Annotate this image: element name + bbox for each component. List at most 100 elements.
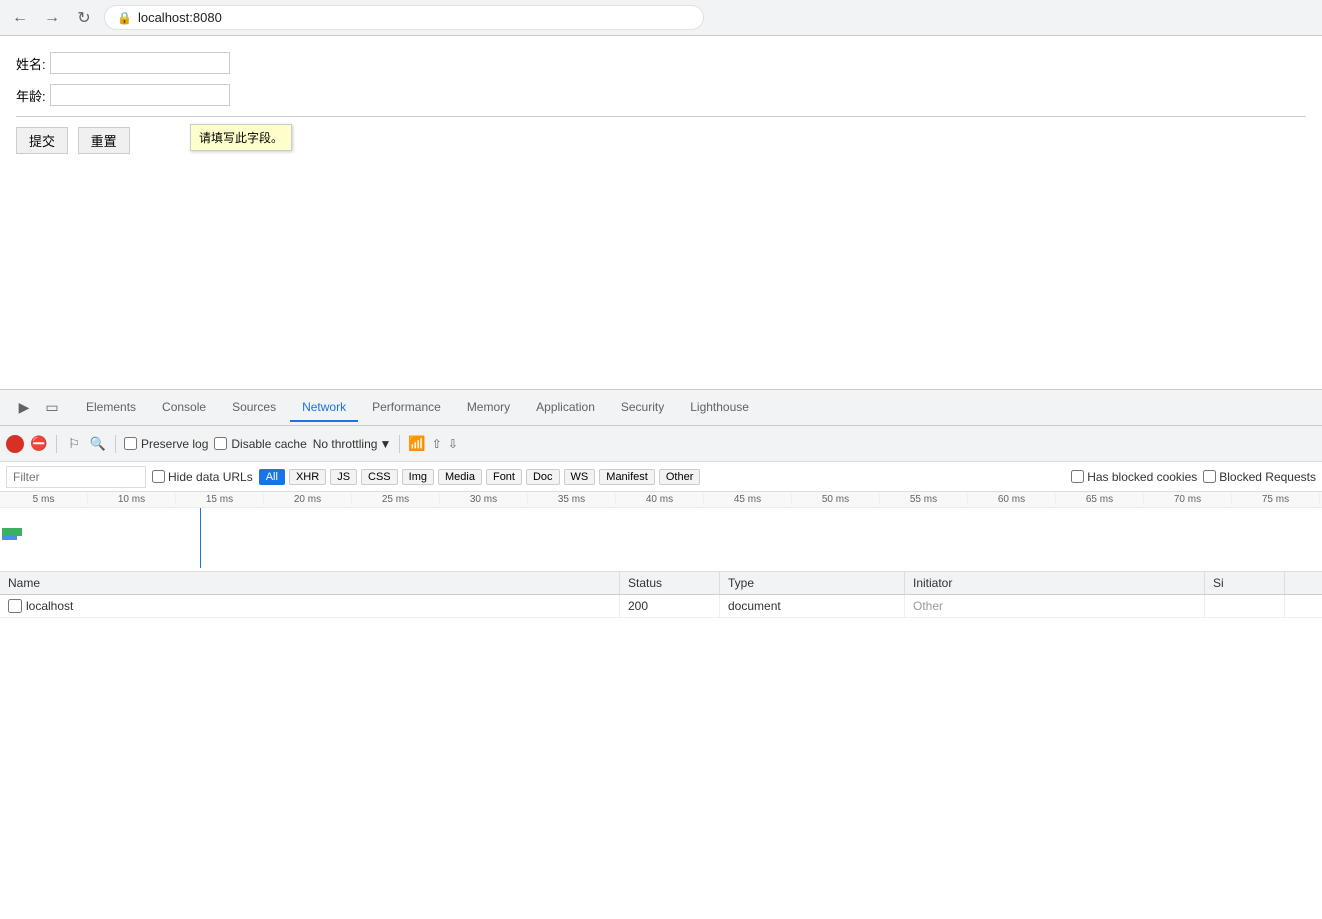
age-label: 年龄: [16, 86, 46, 105]
th-status[interactable]: Status [620, 572, 720, 594]
disable-cache-checkbox[interactable] [214, 437, 227, 450]
reload-button[interactable]: ↻ [72, 6, 96, 30]
upload-icon[interactable]: ⇧ [432, 437, 442, 451]
tick-35ms: 35 ms [528, 494, 616, 505]
hide-data-urls-checkbox[interactable] [152, 470, 165, 483]
timeline-cursor [200, 508, 201, 568]
filter-ws[interactable]: WS [564, 469, 596, 485]
timeline-bar-green [2, 528, 22, 536]
td-size-localhost [1205, 595, 1285, 617]
device-icon[interactable]: ▭ [40, 396, 64, 420]
cursor-icon[interactable]: ▶ [12, 396, 36, 420]
th-type[interactable]: Type [720, 572, 905, 594]
row-checkbox[interactable] [8, 599, 22, 613]
tick-15ms: 15 ms [176, 494, 264, 505]
type-filter-buttons: All XHR JS CSS Img Media Font Doc WS Man… [259, 469, 701, 485]
tab-security[interactable]: Security [609, 394, 676, 422]
th-name[interactable]: Name [0, 572, 620, 594]
filter-bar: Hide data URLs All XHR JS CSS Img Media … [0, 462, 1322, 492]
th-size[interactable]: Si [1205, 572, 1285, 594]
browser-chrome: ← → ↻ 🔒 localhost:8080 [0, 0, 1322, 36]
table-header: Name Status Type Initiator Si [0, 572, 1322, 595]
tick-75ms: 75 ms [1232, 494, 1320, 505]
search-icon[interactable]: 🔍 [89, 435, 107, 453]
tick-65ms: 65 ms [1056, 494, 1144, 505]
filter-xhr[interactable]: XHR [289, 469, 326, 485]
tick-70ms: 70 ms [1144, 494, 1232, 505]
td-initiator-localhost: Other [905, 595, 1205, 617]
preserve-log-checkbox[interactable] [124, 437, 137, 450]
td-status-localhost: 200 [620, 595, 720, 617]
hide-data-urls-label[interactable]: Hide data URLs [152, 470, 253, 484]
filter-all[interactable]: All [259, 469, 285, 485]
toolbar-sep-2 [115, 435, 116, 453]
blocked-requests-checkbox[interactable] [1203, 470, 1216, 483]
filter-other[interactable]: Other [659, 469, 701, 485]
forward-button[interactable]: → [40, 6, 64, 30]
age-input[interactable] [50, 84, 230, 106]
timeline-labels: 5 ms 10 ms 15 ms 20 ms 25 ms 30 ms 35 ms… [0, 492, 1322, 508]
stop-button[interactable]: ⛔ [30, 435, 48, 453]
url-text: localhost:8080 [138, 10, 222, 25]
filter-font[interactable]: Font [486, 469, 522, 485]
has-blocked-cookies-checkbox[interactable] [1071, 470, 1084, 483]
tick-55ms: 55 ms [880, 494, 968, 505]
network-table: Name Status Type Initiator Si localhost … [0, 572, 1322, 919]
timeline-area: 5 ms 10 ms 15 ms 20 ms 25 ms 30 ms 35 ms… [0, 492, 1322, 572]
filter-manifest[interactable]: Manifest [599, 469, 655, 485]
tick-25ms: 25 ms [352, 494, 440, 505]
lock-icon: 🔒 [117, 11, 132, 25]
back-button[interactable]: ← [8, 6, 32, 30]
address-bar[interactable]: 🔒 localhost:8080 [104, 5, 704, 30]
filter-css[interactable]: CSS [361, 469, 398, 485]
td-type-localhost: document [720, 595, 905, 617]
tab-memory[interactable]: Memory [455, 394, 522, 422]
filter-doc[interactable]: Doc [526, 469, 560, 485]
tick-30ms: 30 ms [440, 494, 528, 505]
devtools-icons: ▶ ▭ [4, 396, 72, 420]
timeline-bar-blue [2, 536, 17, 540]
filter-js[interactable]: JS [330, 469, 357, 485]
has-blocked-cookies-label[interactable]: Has blocked cookies [1071, 470, 1197, 484]
name-label: 姓名: [16, 54, 46, 73]
devtools-panel: ▶ ▭ Elements Console Sources Network Per… [0, 389, 1322, 919]
reset-button[interactable]: 重置 [78, 127, 130, 154]
filter-img[interactable]: Img [402, 469, 434, 485]
preserve-log-label[interactable]: Preserve log [124, 437, 208, 451]
tab-sources[interactable]: Sources [220, 394, 288, 422]
filter-media[interactable]: Media [438, 469, 482, 485]
tab-application[interactable]: Application [524, 394, 607, 422]
blocked-requests-label[interactable]: Blocked Requests [1203, 470, 1316, 484]
tab-elements[interactable]: Elements [74, 394, 148, 422]
age-row: 年龄: [16, 84, 1306, 106]
tick-10ms: 10 ms [88, 494, 176, 505]
name-input[interactable] [50, 52, 230, 74]
devtools-tabbar: ▶ ▭ Elements Console Sources Network Per… [0, 390, 1322, 426]
table-row[interactable]: localhost 200 document Other [0, 595, 1322, 618]
tick-20ms: 20 ms [264, 494, 352, 505]
throttle-wrapper[interactable]: No throttling ▼ [313, 437, 392, 451]
th-initiator[interactable]: Initiator [905, 572, 1205, 594]
toolbar-sep-3 [399, 435, 400, 453]
filter-input[interactable] [6, 466, 146, 488]
disable-cache-label[interactable]: Disable cache [214, 437, 306, 451]
tab-performance[interactable]: Performance [360, 394, 453, 422]
form-divider [16, 116, 1306, 117]
download-icon[interactable]: ⇩ [448, 437, 458, 451]
page-content: 姓名: 请填写此字段。 年龄: 提交 重置 [0, 36, 1322, 396]
tooltip-text: 请填写此字段。 [199, 131, 283, 145]
filter-icon[interactable]: ⚐ [65, 435, 83, 453]
tick-60ms: 60 ms [968, 494, 1056, 505]
record-button[interactable] [6, 435, 24, 453]
timeline-graph [0, 508, 1322, 568]
tick-40ms: 40 ms [616, 494, 704, 505]
submit-button[interactable]: 提交 [16, 127, 68, 154]
tab-lighthouse[interactable]: Lighthouse [678, 394, 761, 422]
td-name-localhost: localhost [0, 595, 620, 617]
wifi-icon: 📶 [408, 435, 425, 452]
throttle-dropdown-icon: ▼ [379, 437, 391, 451]
tick-45ms: 45 ms [704, 494, 792, 505]
tab-console[interactable]: Console [150, 394, 218, 422]
tick-50ms: 50 ms [792, 494, 880, 505]
tab-network[interactable]: Network [290, 394, 358, 422]
